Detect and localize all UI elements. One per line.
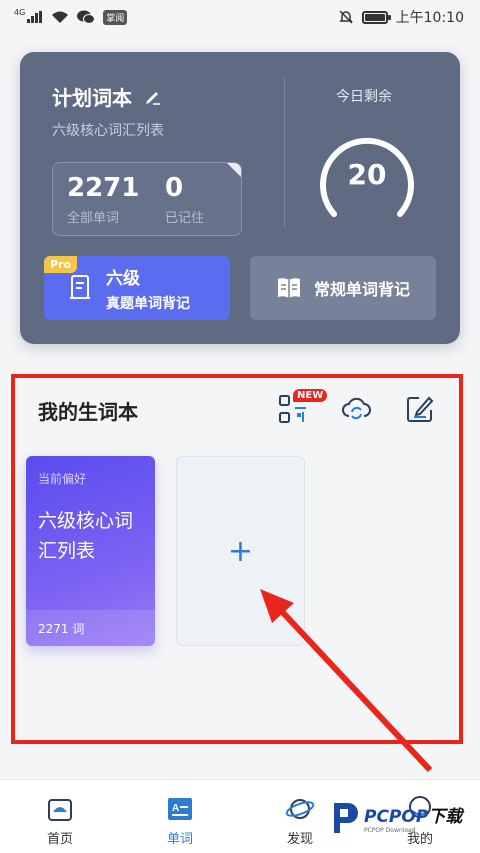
status-bar: 4G 掌阅 上午10:10: [0, 0, 480, 34]
clock: 上午10:10: [395, 10, 464, 26]
book-word-count: 2271 词: [26, 610, 155, 646]
home-icon: [48, 799, 72, 821]
nav-item-home[interactable]: 首页: [0, 780, 120, 853]
card-divider: [284, 78, 285, 228]
watermark-brand-suffix: 下载: [428, 807, 463, 827]
book-name: 六级核心词汇列表: [38, 510, 134, 562]
watermark-brand: PCPOP下载: [364, 802, 462, 827]
book-preference-tag: 当前偏好: [38, 472, 87, 486]
mute-bell-icon: [338, 10, 353, 24]
wechat-icon: [77, 10, 96, 24]
cloud-sync-icon[interactable]: [341, 394, 371, 424]
watermark-brand-name: PCPOP: [364, 807, 429, 827]
nav-item-words[interactable]: A 单词: [120, 780, 240, 853]
new-badge: NEW: [293, 389, 328, 402]
cet6-button-line1: 六级: [106, 268, 140, 289]
edit-note-icon[interactable]: [405, 394, 435, 424]
battery-icon: [361, 10, 391, 24]
wifi-icon: [52, 11, 69, 23]
pro-badge: Pro: [44, 256, 78, 273]
remembered-words-label: 已记住: [165, 211, 205, 226]
remaining-label: 今日剩余: [336, 89, 392, 105]
normal-button-label: 常规单词背记: [313, 280, 410, 299]
nav-label-home: 首页: [46, 832, 73, 847]
remaining-count: 20: [347, 158, 387, 191]
plus-icon: +: [227, 533, 254, 569]
words-icon: A: [168, 798, 192, 820]
remembered-words-number: 0: [165, 173, 184, 203]
remembered-words: 0 已记住: [165, 175, 204, 226]
cet6-button-line2: 真题单词背记: [106, 295, 190, 312]
plan-subtitle[interactable]: 六级核心词汇列表: [52, 120, 164, 140]
plan-title-text: 计划词本: [52, 86, 132, 110]
normal-words-button[interactable]: 常规单词背记: [250, 256, 436, 320]
annotation-arrow-icon: [260, 589, 433, 773]
plan-card: 计划词本 六级核心词汇列表 2271 全部单词 0 已记住 今日剩余 20 Pr…: [20, 52, 460, 344]
planet-icon: [285, 799, 315, 819]
corner-marker: [227, 163, 241, 177]
word-count-box[interactable]: 2271 全部单词 0 已记住: [52, 162, 242, 236]
edit-pencil-icon[interactable]: [144, 88, 162, 106]
total-words-label: 全部单词: [67, 211, 120, 226]
nav-label-discover: 发现: [286, 832, 313, 847]
svg-text:A: A: [172, 803, 179, 814]
study-book-icon: [70, 275, 90, 299]
pcpop-logo-icon: [334, 803, 358, 833]
signal-icon: [27, 11, 43, 23]
watermark-tagline: PCPOP Download: [364, 827, 416, 834]
network-type: 4G: [14, 7, 26, 17]
vocab-section-title: 我的生词本: [38, 400, 138, 424]
cet6-exam-words-button[interactable]: Pro 六级 真题单词背记: [44, 256, 230, 320]
app-badge: 掌阅: [103, 9, 128, 25]
total-words-number: 2271: [67, 173, 140, 203]
vocab-book-card[interactable]: 当前偏好 六级核心词汇列表 2271 词: [26, 456, 155, 646]
total-words: 2271 全部单词: [67, 175, 139, 226]
open-book-icon: [277, 278, 300, 298]
plan-title: 计划词本: [52, 82, 162, 111]
pcpop-watermark: PCPOP下载 PCPOP Download: [330, 798, 480, 838]
nav-label-words: 单词: [166, 832, 193, 847]
